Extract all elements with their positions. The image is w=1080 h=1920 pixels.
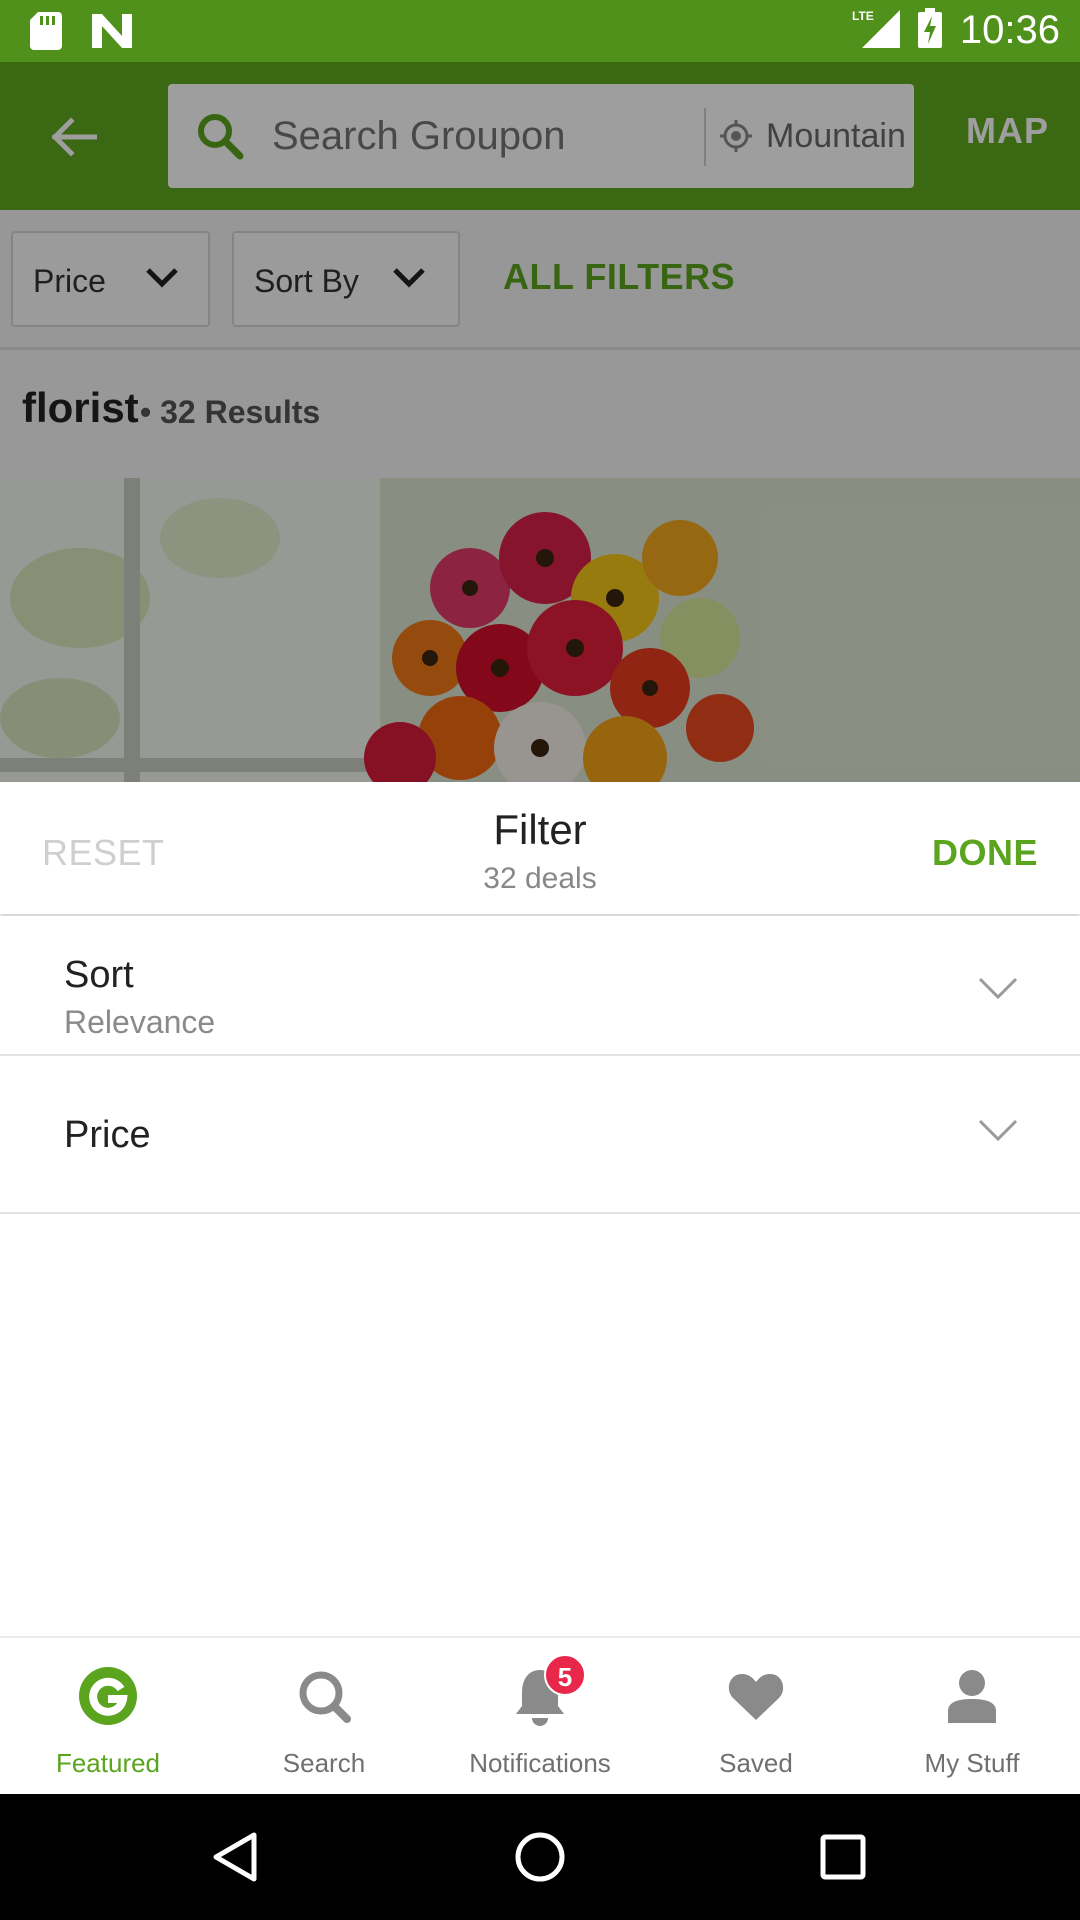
nav-saved-label: Saved xyxy=(719,1748,793,1778)
price-row-label: Price xyxy=(64,1114,151,1156)
sort-row-label: Sort xyxy=(64,954,134,996)
heart-icon xyxy=(648,1664,864,1728)
nav-notifications-label: Notifications xyxy=(469,1748,611,1778)
groupon-g-icon xyxy=(0,1664,216,1728)
nav-saved[interactable]: Saved xyxy=(648,1638,864,1796)
price-filter-row[interactable]: Price xyxy=(0,1056,1080,1214)
signal-icon: LTE xyxy=(852,8,900,53)
search-icon xyxy=(216,1664,432,1728)
nav-search[interactable]: Search xyxy=(216,1638,432,1796)
chevron-down-icon xyxy=(978,1119,1018,1142)
square-recents-icon xyxy=(820,1834,866,1880)
filter-sheet-deal-count: 32 deals xyxy=(483,862,597,895)
nav-featured[interactable]: Featured xyxy=(0,1638,216,1796)
battery-charging-icon xyxy=(917,8,942,53)
nav-my-stuff-label: My Stuff xyxy=(924,1748,1020,1778)
sort-filter-row[interactable]: Sort Relevance xyxy=(0,916,1080,1056)
chevron-down-icon xyxy=(978,977,1018,1000)
filter-sheet: RESET Filter 32 deals DONE Sort Relevanc… xyxy=(0,782,1080,1636)
filter-sheet-title: Filter xyxy=(493,806,587,853)
circle-home-icon xyxy=(515,1832,565,1882)
n-notification-icon xyxy=(92,14,132,53)
bell-icon xyxy=(432,1664,648,1728)
triangle-back-icon xyxy=(213,1832,257,1882)
nav-search-label: Search xyxy=(282,1748,366,1778)
system-recents-button[interactable] xyxy=(810,1824,876,1890)
system-back-button[interactable] xyxy=(202,1824,268,1890)
system-navigation-bar xyxy=(0,1794,1080,1920)
svg-text:LTE: LTE xyxy=(852,9,874,23)
bottom-navigation: Featured Search Notifications 5 Saved My… xyxy=(0,1636,1080,1794)
status-time: 10:36 xyxy=(959,8,1060,52)
sd-card-icon xyxy=(30,12,62,55)
modal-scrim[interactable] xyxy=(0,62,1080,782)
person-icon xyxy=(864,1664,1080,1728)
filter-sheet-header: RESET Filter 32 deals DONE xyxy=(0,782,1080,914)
notifications-badge: 5 xyxy=(544,1654,586,1696)
sort-row-value: Relevance xyxy=(64,1004,216,1040)
done-button[interactable]: DONE xyxy=(932,832,1038,874)
nav-notifications[interactable]: Notifications xyxy=(432,1638,648,1796)
nav-my-stuff[interactable]: My Stuff xyxy=(864,1638,1080,1796)
status-bar: LTE 10:36 xyxy=(0,0,1080,62)
system-home-button[interactable] xyxy=(507,1824,573,1890)
nav-featured-label: Featured xyxy=(55,1748,161,1778)
